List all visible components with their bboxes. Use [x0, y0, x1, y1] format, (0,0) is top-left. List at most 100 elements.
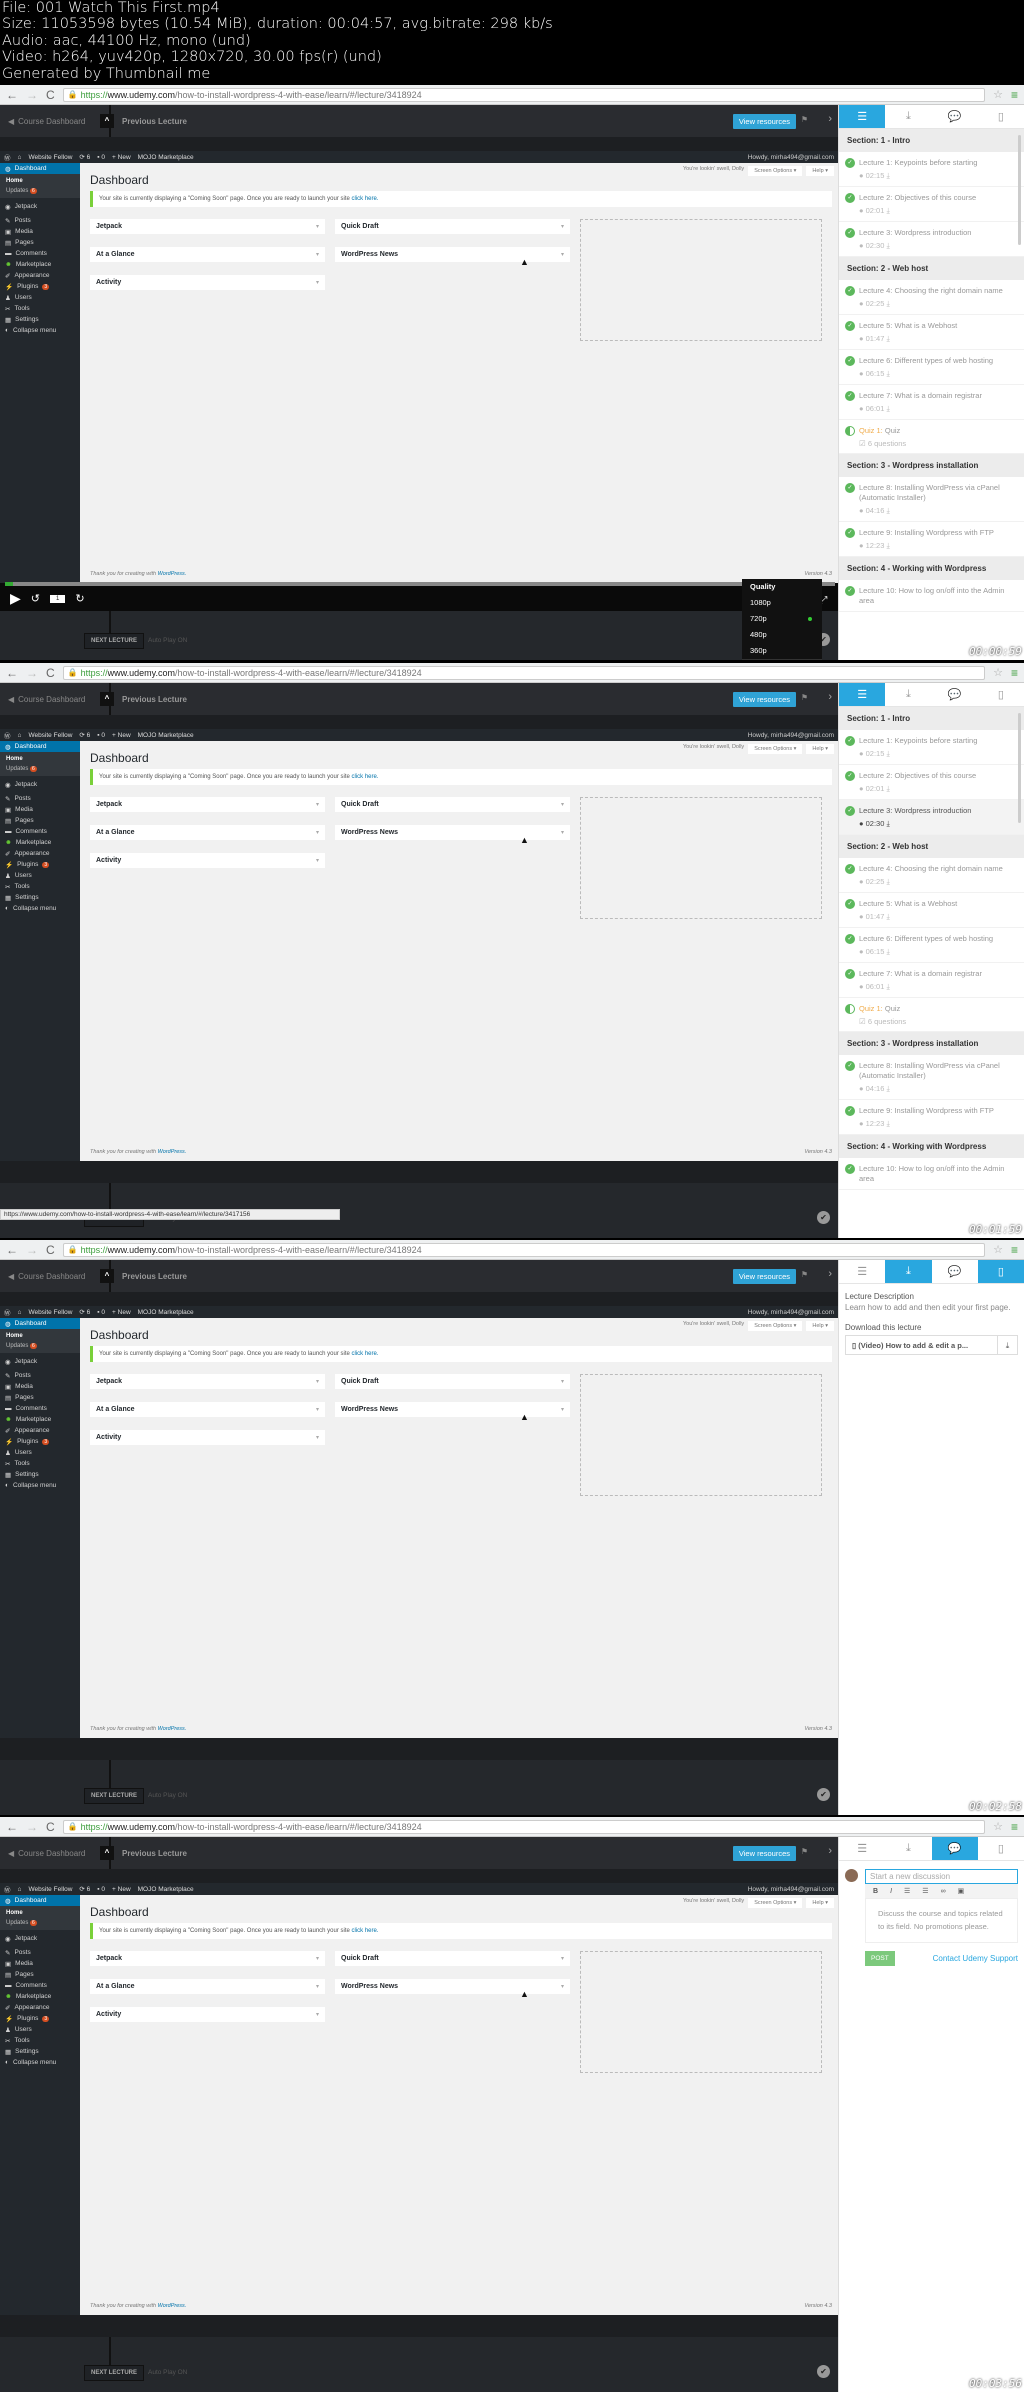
- ordered-list-icon[interactable]: ☰: [904, 1887, 910, 1895]
- lecture-item[interactable]: ✓ Lecture 3: Wordpress introduction ● 02:3…: [839, 800, 1024, 835]
- forward-icon[interactable]: →: [26, 666, 38, 680]
- tab-downloads[interactable]: ⤓: [885, 105, 932, 128]
- lecture-item[interactable]: ✓ Lecture 1: Keypoints before starting ● 0…: [839, 152, 1024, 187]
- tab-notes[interactable]: ▯: [977, 105, 1024, 128]
- lecture-item[interactable]: ✓ Lecture 4: Choosing the right domain na…: [839, 858, 1024, 893]
- panel-scrollbar[interactable]: [1018, 135, 1021, 245]
- tab-downloads[interactable]: ⤓: [885, 1260, 932, 1283]
- browser-menu-icon[interactable]: ≡: [1011, 88, 1018, 102]
- download-icon[interactable]: ⤓: [997, 1336, 1017, 1354]
- lecture-item[interactable]: Quiz 1: Quiz ☑ 6 questions: [839, 420, 1024, 454]
- lecture-item[interactable]: ✓ Lecture 5: What is a Webhost ● 01:47 ⤓: [839, 315, 1024, 350]
- link-icon[interactable]: ∞: [941, 1888, 946, 1895]
- flag-icon[interactable]: ⚑: [801, 115, 808, 124]
- bullet-list-icon[interactable]: ☰: [922, 1887, 928, 1895]
- mark-complete-icon[interactable]: ✔: [817, 1211, 830, 1224]
- view-resources-button[interactable]: View resources: [732, 692, 796, 707]
- tab-curriculum[interactable]: ☰: [839, 683, 886, 706]
- flag-icon[interactable]: ⚑: [801, 693, 808, 702]
- course-dashboard-link[interactable]: ◀ Course Dashboard: [0, 1272, 100, 1281]
- next-arrow-icon[interactable]: ›: [828, 1845, 832, 1857]
- next-arrow-icon[interactable]: ›: [828, 1268, 832, 1280]
- tab-downloads[interactable]: ⤓: [885, 683, 932, 706]
- bookmark-star-icon[interactable]: ☆: [993, 88, 1003, 101]
- forward-15-icon[interactable]: ↻: [75, 592, 84, 605]
- lecture-item[interactable]: ✓ Lecture 2: Objectives of this course ● 0…: [839, 187, 1024, 222]
- address-bar[interactable]: 🔒 https://www.udemy.com/how-to-install-w…: [62, 87, 986, 102]
- tab-notes[interactable]: ▯: [977, 1260, 1024, 1283]
- download-icon[interactable]: ⤓: [884, 404, 889, 413]
- download-icon[interactable]: ⤓: [884, 299, 889, 308]
- download-icon[interactable]: ⤓: [884, 784, 889, 793]
- tab-notes[interactable]: ▯: [977, 683, 1024, 706]
- tab-discussions[interactable]: 💬: [931, 683, 978, 706]
- lecture-item[interactable]: ✓ Lecture 6: Different types of web hosti…: [839, 928, 1024, 963]
- quality-option[interactable]: 480p: [742, 627, 822, 643]
- italic-icon[interactable]: I: [890, 1888, 892, 1895]
- back-icon[interactable]: ←: [6, 1243, 18, 1257]
- forward-icon[interactable]: →: [26, 88, 38, 102]
- tab-discussions[interactable]: 💬: [931, 1837, 978, 1860]
- reload-icon[interactable]: C: [46, 666, 55, 680]
- download-icon[interactable]: ⤓: [884, 334, 889, 343]
- download-icon[interactable]: ⤓: [884, 947, 889, 956]
- lecture-item[interactable]: ✓ Lecture 3: Wordpress introduction ● 02:3…: [839, 222, 1024, 257]
- browser-menu-icon[interactable]: ≡: [1011, 666, 1018, 680]
- download-icon[interactable]: ⤓: [884, 171, 889, 180]
- progress-bar[interactable]: [5, 582, 835, 586]
- download-icon[interactable]: ⤓: [884, 206, 889, 215]
- next-lecture-button[interactable]: NEXT LECTURE: [84, 2365, 145, 2381]
- discussion-input[interactable]: Start a new discussion: [865, 1869, 1018, 1884]
- bookmark-star-icon[interactable]: ☆: [993, 1820, 1003, 1833]
- contact-support-link[interactable]: Contact Udemy Support: [933, 1954, 1018, 1963]
- back-icon[interactable]: ←: [6, 666, 18, 680]
- lecture-item[interactable]: ✓ Lecture 2: Objectives of this course ● 0…: [839, 765, 1024, 800]
- lecture-item[interactable]: ✓ Lecture 8: Installing WordPress via cPa…: [839, 1055, 1024, 1100]
- flag-icon[interactable]: ⚑: [801, 1847, 808, 1856]
- browser-menu-icon[interactable]: ≡: [1011, 1243, 1018, 1257]
- tab-curriculum[interactable]: ☰: [839, 105, 886, 128]
- download-icon[interactable]: ⤓: [884, 241, 889, 250]
- flag-icon[interactable]: ⚑: [801, 1270, 808, 1279]
- address-bar[interactable]: 🔒 https://www.udemy.com/how-to-install-w…: [62, 1242, 986, 1257]
- tab-curriculum[interactable]: ☰: [839, 1260, 886, 1283]
- autoplay-toggle[interactable]: Auto Play ON: [148, 637, 187, 644]
- lecture-item[interactable]: ✓ Lecture 10: How to log on/off into the …: [839, 580, 1024, 612]
- lecture-item[interactable]: ✓ Lecture 9: Installing Wordpress with FT…: [839, 1100, 1024, 1135]
- course-dashboard-link[interactable]: ◀ Course Dashboard: [0, 117, 100, 126]
- download-file-row[interactable]: ▯ (Video) How to add & edit a p... ⤓: [845, 1335, 1018, 1355]
- mark-complete-icon[interactable]: ✔: [817, 1788, 830, 1801]
- lecture-item[interactable]: ✓ Lecture 1: Keypoints before starting ● 0…: [839, 730, 1024, 765]
- next-arrow-icon[interactable]: ›: [828, 691, 832, 703]
- panel-scrollbar[interactable]: [1018, 713, 1021, 823]
- play-icon[interactable]: ▶: [10, 590, 21, 607]
- next-lecture-button[interactable]: NEXT LECTURE: [84, 633, 145, 649]
- tab-discussions[interactable]: 💬: [931, 1260, 978, 1283]
- download-icon[interactable]: ⤓: [884, 819, 889, 828]
- previous-lecture-button[interactable]: ^ Previous Lecture: [100, 692, 187, 706]
- download-icon[interactable]: ⤓: [884, 506, 889, 515]
- lecture-item[interactable]: ✓ Lecture 8: Installing WordPress via cPa…: [839, 477, 1024, 522]
- lecture-item[interactable]: ✓ Lecture 6: Different types of web hosti…: [839, 350, 1024, 385]
- browser-menu-icon[interactable]: ≡: [1011, 1820, 1018, 1834]
- rewind-15-icon[interactable]: ↺: [31, 592, 40, 605]
- reload-icon[interactable]: C: [46, 88, 55, 102]
- address-bar[interactable]: 🔒 https://www.udemy.com/how-to-install-w…: [62, 1819, 986, 1834]
- download-icon[interactable]: ⤓: [884, 1119, 889, 1128]
- lecture-item[interactable]: ✓ Lecture 10: How to log on/off into the …: [839, 1158, 1024, 1190]
- bookmark-star-icon[interactable]: ☆: [993, 1243, 1003, 1256]
- download-icon[interactable]: ⤓: [884, 1084, 889, 1093]
- view-resources-button[interactable]: View resources: [732, 1846, 796, 1861]
- course-dashboard-link[interactable]: ◀ Course Dashboard: [0, 1849, 100, 1858]
- autoplay-toggle[interactable]: Auto Play ON: [148, 2369, 187, 2376]
- forward-icon[interactable]: →: [26, 1243, 38, 1257]
- bold-icon[interactable]: B: [873, 1888, 878, 1895]
- autoplay-toggle[interactable]: Auto Play ON: [148, 1792, 187, 1799]
- download-lecture-option[interactable]: Download lecture: [742, 659, 822, 660]
- discussion-body[interactable]: Discuss the course and topics related to…: [865, 1898, 1018, 1943]
- lecture-item[interactable]: ✓ Lecture 7: What is a domain registrar ● …: [839, 385, 1024, 420]
- tab-curriculum[interactable]: ☰: [839, 1837, 886, 1860]
- course-dashboard-link[interactable]: ◀ Course Dashboard: [0, 695, 100, 704]
- reload-icon[interactable]: C: [46, 1243, 55, 1257]
- image-icon[interactable]: ▣: [958, 1887, 965, 1895]
